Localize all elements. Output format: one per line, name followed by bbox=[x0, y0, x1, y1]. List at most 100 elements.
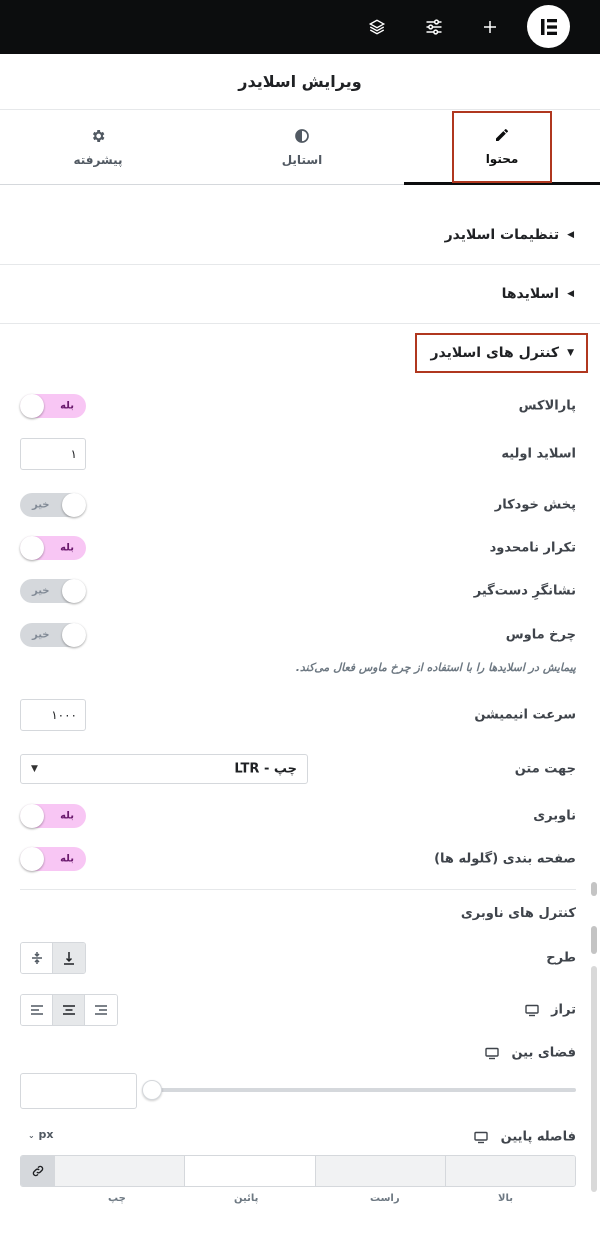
desktop-icon[interactable] bbox=[524, 1004, 539, 1016]
chevron-down-icon: ▼ bbox=[31, 764, 38, 774]
align-right-button[interactable] bbox=[85, 995, 117, 1025]
spacing-label: فضای بین bbox=[485, 1046, 576, 1061]
parallax-toggle-text: بله bbox=[60, 400, 74, 412]
toggle-knob bbox=[20, 394, 44, 418]
layout-bottom-button[interactable] bbox=[53, 943, 85, 973]
row-initial-slide: اسلاید اولیه ۱ bbox=[0, 438, 600, 470]
mousewheel-toggle-text: خیر bbox=[32, 629, 50, 641]
desktop-icon[interactable] bbox=[485, 1047, 499, 1059]
tab-content[interactable]: محتوا bbox=[404, 110, 600, 185]
dimension-top-label: بالا bbox=[498, 1193, 513, 1204]
toggle-knob bbox=[62, 579, 86, 603]
dimension-right-label: راست bbox=[370, 1193, 400, 1204]
align-center-button[interactable] bbox=[53, 995, 85, 1025]
parallax-label: پارالاکس bbox=[518, 398, 576, 414]
layout-button-group bbox=[20, 942, 86, 974]
spacing-slider-handle[interactable] bbox=[142, 1080, 162, 1100]
caret-left-icon: ◀ bbox=[567, 289, 574, 299]
add-icon[interactable] bbox=[473, 10, 507, 44]
row-parallax: پارالاکس بله bbox=[0, 391, 600, 421]
dimension-top-input[interactable] bbox=[444, 1156, 575, 1186]
link-icon[interactable] bbox=[21, 1156, 54, 1186]
toggle-knob bbox=[62, 623, 86, 647]
row-bottom-spacing: فاصله پایین bbox=[0, 1122, 600, 1152]
toggle-knob bbox=[62, 493, 86, 517]
layout-vertical-center-button[interactable] bbox=[21, 943, 53, 973]
panel-tabs: محتوا استایل پیشرفته bbox=[0, 110, 600, 185]
unit-value: px bbox=[38, 1128, 54, 1141]
contrast-icon bbox=[294, 128, 310, 147]
section-slides[interactable]: اسلایدها ◀ bbox=[0, 265, 600, 324]
parallax-toggle[interactable]: بله bbox=[20, 394, 86, 418]
layers-icon[interactable] bbox=[360, 10, 394, 44]
desktop-icon[interactable] bbox=[474, 1131, 488, 1143]
grab-cursor-toggle-text: خیر bbox=[32, 585, 50, 597]
tab-style-label: استایل bbox=[281, 153, 323, 167]
row-pagination: صفحه بندی (گلوله ها) بله bbox=[0, 844, 600, 874]
pencil-icon bbox=[494, 127, 510, 146]
settings-sliders-icon[interactable] bbox=[417, 10, 451, 44]
unit-selector[interactable]: ⌄ px bbox=[28, 1128, 54, 1141]
scrollbar-thumb[interactable] bbox=[591, 926, 597, 954]
initial-slide-input[interactable]: ۱ bbox=[20, 438, 86, 470]
animation-speed-label: سرعت انیمیشن bbox=[474, 707, 576, 723]
spacing-slider-track[interactable] bbox=[152, 1088, 576, 1092]
scrollbar-thumb-small[interactable] bbox=[591, 882, 597, 896]
row-autoplay: پخش خودکار خیر bbox=[0, 490, 600, 520]
scrollbar-track[interactable] bbox=[591, 966, 597, 1192]
text-direction-value: چپ - LTR bbox=[234, 761, 297, 777]
spacing-input[interactable] bbox=[20, 1073, 137, 1109]
section-slider-controls-label: کنترل های اسلایدر bbox=[430, 345, 560, 361]
tab-advanced-label: پیشرفته bbox=[73, 153, 123, 167]
section-slider-settings[interactable]: تنظیمات اسلایدر ◀ bbox=[0, 205, 600, 265]
pagination-toggle[interactable]: بله bbox=[20, 847, 86, 871]
chevron-down-icon: ⌄ bbox=[28, 1131, 35, 1140]
bottom-spacing-label-text: فاصله پایین bbox=[500, 1129, 576, 1145]
alignment-label: تراز bbox=[524, 1003, 576, 1018]
top-toolbar bbox=[0, 0, 600, 54]
mousewheel-label: چرخ ماوس bbox=[505, 627, 576, 643]
mousewheel-toggle[interactable]: خیر bbox=[20, 623, 86, 647]
row-mousewheel: چرخ ماوس خیر bbox=[0, 620, 600, 650]
dimension-bottom-label: پائین bbox=[234, 1193, 259, 1204]
autoplay-toggle-text: خیر bbox=[32, 499, 50, 511]
section-slides-label: اسلایدها bbox=[501, 286, 560, 302]
navigation-toggle[interactable]: بله bbox=[20, 804, 86, 828]
dimension-left-label: چپ bbox=[108, 1193, 126, 1204]
initial-slide-label: اسلاید اولیه bbox=[501, 446, 576, 462]
grab-cursor-toggle[interactable]: خیر bbox=[20, 579, 86, 603]
row-spacing: فضای بین bbox=[0, 1038, 600, 1068]
pagination-toggle-text: بله bbox=[60, 853, 74, 865]
panel-title: ویرایش اسلایدر bbox=[0, 54, 600, 110]
infinite-loop-label: تکرار نامحدود bbox=[489, 540, 576, 556]
elementor-logo[interactable] bbox=[527, 5, 570, 48]
autoplay-toggle[interactable]: خیر bbox=[20, 493, 86, 517]
section-slider-settings-label: تنظیمات اسلایدر bbox=[444, 226, 560, 243]
infinite-loop-toggle-text: بله bbox=[60, 542, 74, 554]
section-slider-controls[interactable]: کنترل های اسلایدر ▼ bbox=[0, 334, 600, 372]
bottom-spacing-label: فاصله پایین bbox=[474, 1130, 576, 1145]
tab-style[interactable]: استایل bbox=[204, 110, 400, 185]
grab-cursor-label: نشانگرِ دست‌گیر bbox=[473, 583, 576, 599]
dimension-left-input[interactable] bbox=[54, 1156, 185, 1186]
navigation-controls-heading: کنترل های ناوبری bbox=[460, 906, 576, 921]
navigation-toggle-text: بله bbox=[60, 810, 74, 822]
spacing-label-text: فضای بین bbox=[511, 1045, 576, 1061]
row-animation-speed: سرعت انیمیشن ۱۰۰۰ bbox=[0, 699, 600, 731]
layout-label: طرح bbox=[546, 950, 576, 966]
align-left-button[interactable] bbox=[21, 995, 53, 1025]
infinite-loop-toggle[interactable]: بله bbox=[20, 536, 86, 560]
text-direction-label: جهت متن bbox=[514, 761, 576, 777]
gear-icon bbox=[90, 128, 106, 147]
dimensions-control bbox=[20, 1155, 576, 1187]
row-infinite-loop: تکرار نامحدود بله bbox=[0, 533, 600, 563]
toggle-knob bbox=[20, 536, 44, 560]
caret-left-icon: ◀ bbox=[567, 229, 574, 240]
dimension-bottom-input[interactable] bbox=[184, 1156, 315, 1186]
animation-speed-input[interactable]: ۱۰۰۰ bbox=[20, 699, 86, 731]
tab-advanced[interactable]: پیشرفته bbox=[0, 110, 196, 185]
tab-content-label: محتوا bbox=[485, 151, 519, 166]
divider bbox=[20, 889, 576, 890]
dimension-right-input[interactable] bbox=[314, 1156, 445, 1186]
text-direction-select[interactable]: چپ - LTR ▼ bbox=[20, 754, 308, 784]
